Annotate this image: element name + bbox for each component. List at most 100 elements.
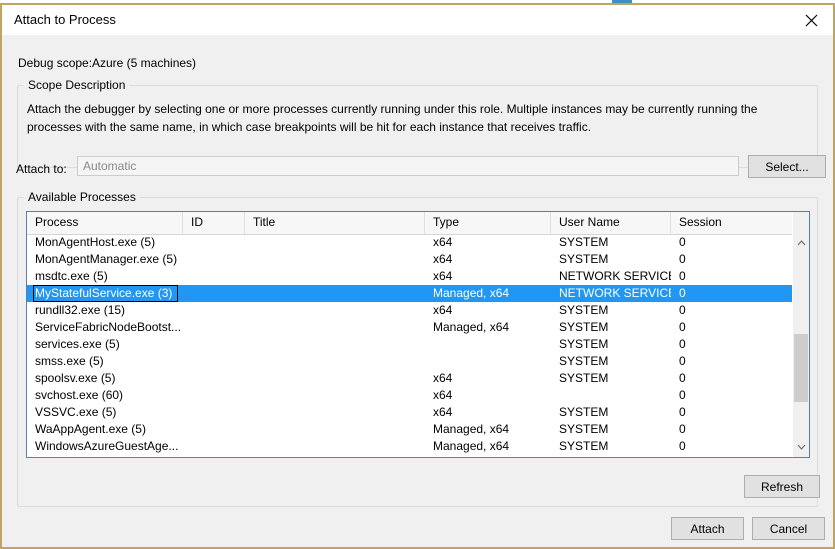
cell-type: x64 xyxy=(433,388,453,402)
cell-user: NETWORK SERVICE xyxy=(559,286,671,300)
cell-session: 0 xyxy=(679,439,686,453)
table-row[interactable]: services.exe (5) SYSTEM 0 xyxy=(27,336,793,353)
table-row[interactable]: MonAgentManager.exe (5) x64 SYSTEM 0 xyxy=(27,251,793,268)
table-row[interactable]: svchost.exe (60) x64 0 xyxy=(27,387,793,404)
cell-user: SYSTEM xyxy=(559,337,609,351)
cell-process: WindowsAzureGuestAge... xyxy=(35,439,179,453)
available-processes-legend: Available Processes xyxy=(24,190,140,204)
cell-title xyxy=(253,302,425,319)
cell-title xyxy=(253,234,425,251)
cell-type: Managed, x64 xyxy=(433,422,510,436)
attach-to-input[interactable] xyxy=(77,156,739,176)
column-header-process[interactable]: Process xyxy=(27,212,183,234)
cell-process: smss.exe (5) xyxy=(35,354,104,368)
column-header-user-name[interactable]: User Name xyxy=(551,212,671,234)
cell-title xyxy=(253,251,425,268)
table-row[interactable]: MonAgentHost.exe (5) x64 SYSTEM 0 xyxy=(27,234,793,251)
cell-type: Managed, x64 xyxy=(433,439,510,453)
cell-type xyxy=(433,353,551,370)
column-header-title[interactable]: Title xyxy=(245,212,425,234)
column-header-id[interactable]: ID xyxy=(183,212,245,234)
process-listview[interactable]: Process ID Title Type User Name Session MonAg… xyxy=(26,211,810,458)
cell-id xyxy=(191,438,245,455)
cell-id xyxy=(191,387,245,404)
cell-id xyxy=(191,319,245,336)
cell-user: SYSTEM xyxy=(559,422,609,436)
cell-type: x64 xyxy=(433,252,453,266)
cell-user: SYSTEM xyxy=(559,320,609,334)
cell-type: x64 xyxy=(433,405,453,419)
cell-id xyxy=(191,336,245,353)
cell-user: SYSTEM xyxy=(559,371,609,385)
cell-id xyxy=(191,421,245,438)
cell-id xyxy=(191,302,245,319)
cell-id xyxy=(191,404,245,421)
cancel-button[interactable]: Cancel xyxy=(752,517,825,540)
select-button[interactable]: Select... xyxy=(748,155,826,178)
listview-vertical-scrollbar[interactable] xyxy=(792,212,809,457)
cell-process: MonAgentHost.exe (5) xyxy=(35,235,156,249)
table-row[interactable]: msdtc.exe (5) x64 NETWORK SERVICE 0 xyxy=(27,268,793,285)
debug-scope-label: Debug scope: xyxy=(18,56,93,70)
cell-process: svchost.exe (60) xyxy=(35,388,124,402)
cell-id xyxy=(191,370,245,387)
cell-id xyxy=(191,268,245,285)
cell-user: SYSTEM xyxy=(559,252,609,266)
cell-session: 0 xyxy=(679,337,686,351)
cell-title xyxy=(253,268,425,285)
table-row[interactable]: MyStatefulService.exe (3) Managed, x64 NET… xyxy=(27,285,793,302)
cell-session: 0 xyxy=(679,405,686,419)
cell-type xyxy=(433,336,551,353)
cell-process: rundll32.exe (15) xyxy=(35,303,126,317)
table-row[interactable]: WindowsAzureGuestAge... Managed, x64 SYSTE… xyxy=(27,438,793,455)
cell-process: services.exe (5) xyxy=(35,337,120,351)
cell-type: x64 xyxy=(433,303,453,317)
column-header-session[interactable]: Session xyxy=(671,212,793,234)
cell-title xyxy=(253,438,425,455)
cell-title xyxy=(253,404,425,421)
cell-title xyxy=(253,319,425,336)
cell-title xyxy=(253,387,425,404)
cell-user: SYSTEM xyxy=(559,303,609,317)
cell-title xyxy=(253,353,425,370)
cell-title xyxy=(253,336,425,353)
cell-id xyxy=(191,285,245,302)
scroll-down-arrow-icon[interactable] xyxy=(793,438,809,455)
cell-process: msdtc.exe (5) xyxy=(35,269,108,283)
cell-user: SYSTEM xyxy=(559,354,609,368)
scrollbar-thumb[interactable] xyxy=(794,334,808,402)
cell-process: VSSVC.exe (5) xyxy=(35,405,117,419)
table-row[interactable]: ServiceFabricNodeBootst... Managed, x64 SY… xyxy=(27,319,793,336)
scroll-up-arrow-icon[interactable] xyxy=(793,234,809,251)
selection-focus-ring xyxy=(33,285,178,302)
attach-button[interactable]: Attach xyxy=(671,517,744,540)
column-header-type[interactable]: Type xyxy=(425,212,551,234)
scope-description-text: Attach the debugger by selecting one or … xyxy=(27,102,758,134)
cell-session: 0 xyxy=(679,286,686,300)
cell-session: 0 xyxy=(679,252,686,266)
cell-user: SYSTEM xyxy=(559,235,609,249)
cell-type: Managed, x64 xyxy=(433,320,510,334)
cell-session: 0 xyxy=(679,354,686,368)
cell-session: 0 xyxy=(679,303,686,317)
cell-user: SYSTEM xyxy=(559,405,609,419)
cell-process: ServiceFabricNodeBootst... xyxy=(35,320,182,334)
table-row[interactable]: spoolsv.exe (5) x64 SYSTEM 0 xyxy=(27,370,793,387)
cell-session: 0 xyxy=(679,320,686,334)
cell-user: NETWORK SERVICE xyxy=(559,269,671,283)
table-row[interactable]: WaAppAgent.exe (5) Managed, x64 SYSTEM 0 xyxy=(27,421,793,438)
refresh-button[interactable]: Refresh xyxy=(744,475,820,498)
cell-type: Managed, x64 xyxy=(433,286,510,300)
table-row[interactable]: VSSVC.exe (5) x64 SYSTEM 0 xyxy=(27,404,793,421)
table-row[interactable]: smss.exe (5) SYSTEM 0 xyxy=(27,353,793,370)
cell-type: x64 xyxy=(433,269,453,283)
cell-session: 0 xyxy=(679,422,686,436)
cell-process: WaAppAgent.exe (5) xyxy=(35,422,146,436)
listview-rows: MonAgentHost.exe (5) x64 SYSTEM 0 MonAgentMa… xyxy=(27,234,793,457)
dialog-title: Attach to Process xyxy=(14,12,116,27)
close-icon[interactable] xyxy=(789,5,833,35)
cell-type: x64 xyxy=(433,235,453,249)
cell-session: 0 xyxy=(679,371,686,385)
table-row[interactable]: rundll32.exe (15) x64 SYSTEM 0 xyxy=(27,302,793,319)
dialog-body: Debug scope: Azure (5 machines) Scope De… xyxy=(2,35,833,547)
